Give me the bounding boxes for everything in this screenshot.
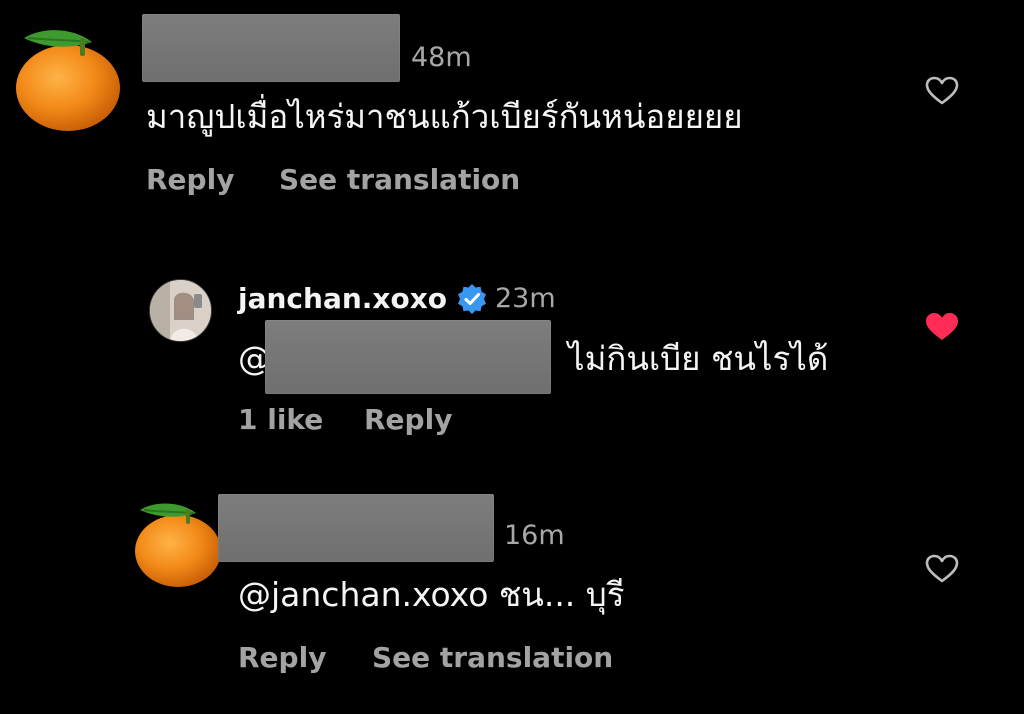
likes-count[interactable]: 1 like <box>238 406 323 434</box>
heart-outline-icon[interactable] <box>925 76 959 106</box>
reply-button[interactable]: Reply <box>364 406 452 434</box>
comment-text: มาญูปเมื่อไหร่มาชนแก้วเบียร์กันหน่อยยยย <box>146 97 743 136</box>
comment-3: 16m @janchan.xoxo ชน... บุรี Reply See t… <box>0 480 1024 714</box>
comment-text: @janchan.xoxo ชน... บุรี <box>238 575 625 614</box>
reply-button[interactable]: Reply <box>238 644 326 672</box>
comment-timestamp: 16m <box>504 520 565 551</box>
profile-avatar[interactable] <box>149 279 212 342</box>
comment-1: 48m มาญูปเมื่อไหร่มาชนแก้วเบียร์กันหน่อย… <box>0 0 1024 220</box>
reply-button[interactable]: Reply <box>146 166 234 194</box>
commenter-username-redacted[interactable] <box>142 14 400 82</box>
heart-filled-icon[interactable] <box>925 312 959 342</box>
comment-timestamp: 48m <box>411 42 472 73</box>
reply-timestamp: 23m <box>495 283 556 314</box>
reply-text: ไม่กินเบีย ชนไรได้ <box>568 339 829 378</box>
verified-badge-icon <box>456 283 488 315</box>
commenter-avatar-orange-icon[interactable] <box>134 500 222 588</box>
see-translation-button[interactable]: See translation <box>372 644 613 672</box>
comment-2-reply: janchan.xoxo 23m @ ไม่กินเบีย ชนไรได้ 1 … <box>0 260 1024 460</box>
commenter-avatar-orange-icon[interactable] <box>14 28 122 132</box>
see-translation-button[interactable]: See translation <box>279 166 520 194</box>
heart-outline-icon[interactable] <box>925 554 959 584</box>
reply-username[interactable]: janchan.xoxo <box>238 285 447 313</box>
commenter-username-redacted[interactable] <box>218 494 494 562</box>
mentioned-username-redacted[interactable] <box>265 320 551 394</box>
